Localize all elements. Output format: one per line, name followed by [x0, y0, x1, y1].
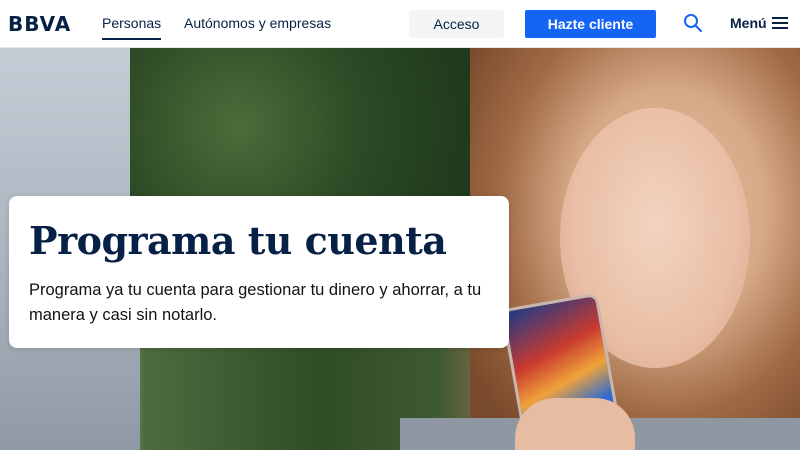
top-navigation-bar: BBVA Personas Autónomos y empresas Acces… — [0, 0, 800, 48]
bbva-logo[interactable]: BBVA — [8, 12, 71, 36]
menu-label[interactable]: Menú — [730, 15, 767, 31]
hero-description: Programa ya tu cuenta para gestionar tu … — [29, 281, 482, 324]
hamburger-icon[interactable] — [772, 17, 788, 29]
hero-woman-hand — [515, 398, 635, 450]
hero-card: Programa tu cuenta Programa ya tu cuenta… — [9, 196, 509, 348]
nav-autonomos-empresas[interactable]: Autónomos y empresas — [184, 15, 331, 31]
hero-title: Programa tu cuenta — [29, 218, 447, 263]
search-icon[interactable] — [683, 13, 703, 33]
acceso-button[interactable]: Acceso — [409, 10, 504, 38]
hazte-cliente-button[interactable]: Hazte cliente — [525, 10, 656, 38]
nav-personas[interactable]: Personas — [102, 15, 162, 40]
